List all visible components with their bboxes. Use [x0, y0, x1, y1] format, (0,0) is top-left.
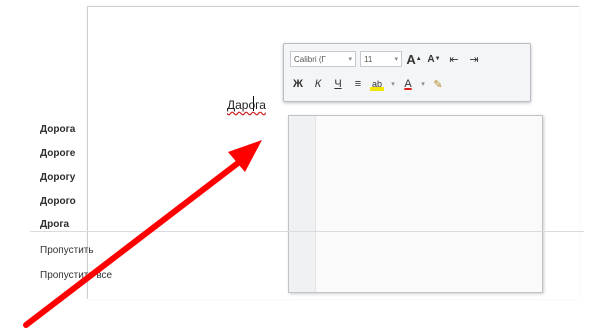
red-arrow-icon — [23, 140, 262, 328]
